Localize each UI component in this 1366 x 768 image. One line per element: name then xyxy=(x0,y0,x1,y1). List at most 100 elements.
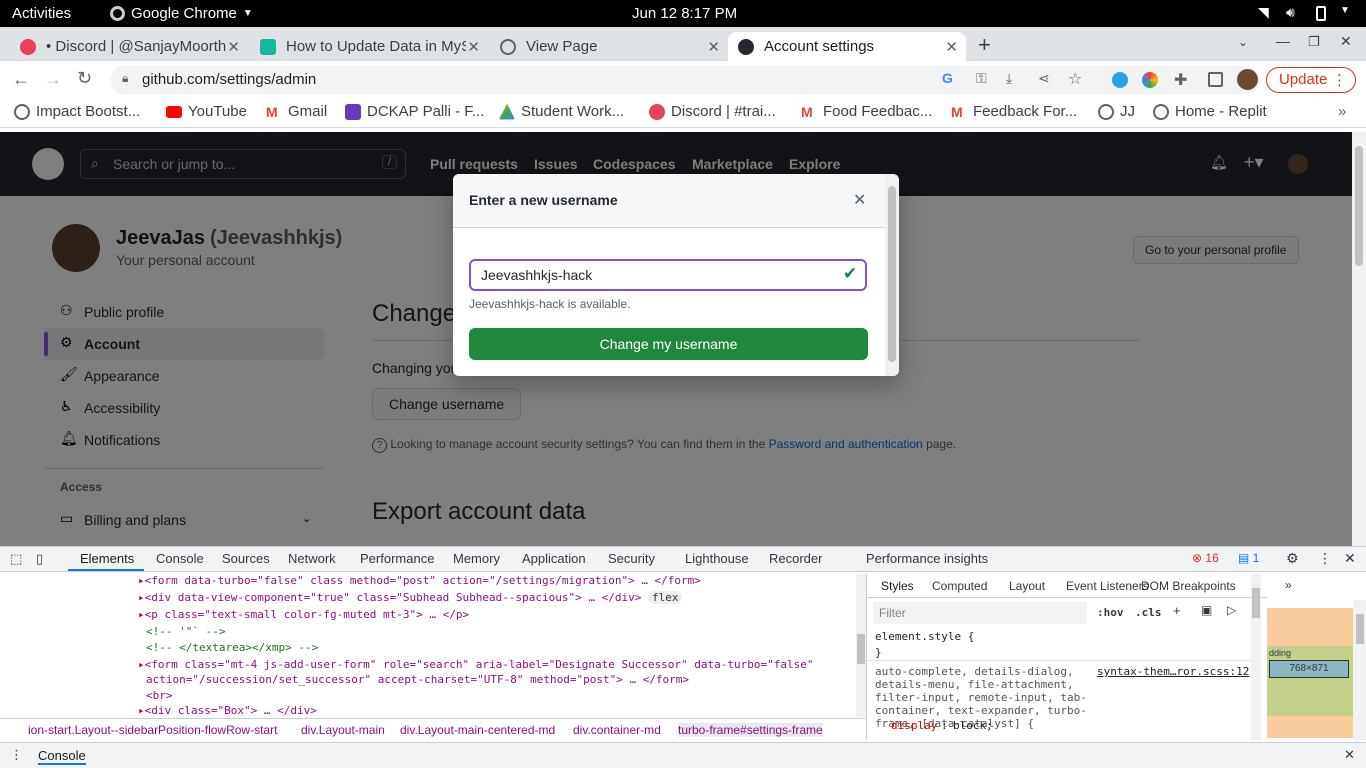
tab-console[interactable]: Console xyxy=(156,551,204,566)
tab-elements[interactable]: Elements xyxy=(80,551,134,566)
dom-node[interactable]: ▸<form data-turbo="false" class method="… xyxy=(138,574,701,587)
close-icon[interactable]: ✕ xyxy=(945,38,958,56)
maximize-icon[interactable]: ❐ xyxy=(1308,34,1320,50)
cls-toggle[interactable]: .cls xyxy=(1135,606,1162,619)
minimize-icon[interactable]: — xyxy=(1276,33,1290,49)
breadcrumb-item[interactable]: div.Layout-main xyxy=(301,723,385,737)
drawer-tab-console[interactable]: Console xyxy=(38,748,86,765)
profile-avatar[interactable] xyxy=(1237,69,1258,90)
side-panel-icon[interactable] xyxy=(1208,72,1223,87)
css-property-value[interactable]: block; xyxy=(953,719,993,732)
tab-search-icon[interactable]: ⌄ xyxy=(1238,35,1248,49)
dom-scrollbar[interactable] xyxy=(856,574,866,717)
tab-mysql[interactable]: How to Update Data in MySQL ✕ xyxy=(250,32,488,61)
activities-button[interactable]: Activities xyxy=(12,5,71,22)
dom-node[interactable]: ▸<div class="Box"> … </div> xyxy=(138,704,317,717)
bookmark-jj[interactable]: JJ xyxy=(1098,103,1135,120)
close-icon[interactable]: ✕ xyxy=(467,38,480,56)
tab-event-listeners[interactable]: Event Listeners xyxy=(1066,579,1149,593)
color-format-icon[interactable]: ▣ xyxy=(1201,603,1212,617)
message-badge[interactable]: ▤ 1 xyxy=(1238,551,1259,565)
app-menu[interactable]: Google Chrome ▼ xyxy=(110,5,253,22)
error-badge[interactable]: ⊗ 16 xyxy=(1192,551,1219,565)
close-window-icon[interactable]: ✕ xyxy=(1340,33,1352,50)
tab-network[interactable]: Network xyxy=(288,551,336,566)
tab-memory[interactable]: Memory xyxy=(453,551,500,566)
bookmark-star-icon[interactable]: ☆ xyxy=(1068,69,1082,89)
color-picker-extension-icon[interactable] xyxy=(1142,72,1158,88)
tab-computed[interactable]: Computed xyxy=(932,579,987,593)
dom-node[interactable]: ▸<p class="text-small color-fg-muted mt-… xyxy=(138,608,469,621)
bookmark-dckap[interactable]: DCKAP Palli - F... xyxy=(345,103,484,120)
url-text[interactable]: github.com/settings/admin xyxy=(142,71,316,88)
css-property-name[interactable]: display xyxy=(891,719,937,732)
volume-icon[interactable]: 🔊︎ xyxy=(1286,4,1295,21)
address-bar[interactable]: 🔒︎ github.com/settings/admin G ⚿ ⤓ ⋖ ☆ xyxy=(110,66,1260,94)
breadcrumb-item[interactable]: div.container-md xyxy=(573,723,661,737)
google-icon[interactable]: G xyxy=(942,70,953,86)
system-menu-chevron-icon[interactable]: ▼ xyxy=(1340,5,1350,16)
wifi-icon[interactable]: ◥ xyxy=(1258,4,1269,21)
bookmark-gmail[interactable]: M Gmail xyxy=(266,103,327,120)
key-icon[interactable]: ⚿ xyxy=(976,70,987,87)
share-icon[interactable]: ⋖ xyxy=(1038,70,1050,87)
dom-node[interactable]: ▸<form class="mt-4 js-add-user-form" rol… xyxy=(138,658,814,671)
element-style-rule[interactable]: element.style { xyxy=(875,630,974,643)
dom-node[interactable]: ▸<div data-view-component="true" class="… xyxy=(138,591,683,604)
telegram-icon[interactable] xyxy=(1112,72,1128,88)
toggle-sidebar-icon[interactable]: ▷ xyxy=(1227,603,1236,617)
styles-scrollbar[interactable] xyxy=(1251,574,1261,740)
css-rule-source-link[interactable]: syntax-them…ror.scss:12 xyxy=(1097,665,1249,678)
hov-toggle[interactable]: :hov xyxy=(1097,606,1124,619)
device-toolbar-icon[interactable]: ▯ xyxy=(36,551,43,567)
tab-layout[interactable]: Layout xyxy=(1009,579,1045,593)
breadcrumb-item[interactable]: ion-start.Layout--sidebarPosition-flowRo… xyxy=(28,723,277,737)
install-icon[interactable]: ⤓ xyxy=(1006,70,1012,87)
bookmark-impact[interactable]: Impact Bootst... xyxy=(14,103,140,120)
more-bookmarks-icon[interactable]: » xyxy=(1338,103,1346,120)
close-icon[interactable]: ✕ xyxy=(227,38,240,56)
dom-comment[interactable]: <!-- '"` --> xyxy=(146,625,225,638)
tab-account-settings[interactable]: Account settings ✕ xyxy=(728,32,966,61)
page-scrollbar[interactable] xyxy=(1352,132,1366,546)
tab-lighthouse[interactable]: Lighthouse xyxy=(685,551,749,566)
extensions-icon[interactable]: ✚ xyxy=(1174,70,1187,90)
dialog-scrollbar[interactable] xyxy=(885,174,899,376)
close-icon[interactable]: ✕ xyxy=(853,190,866,210)
scrollbar-thumb[interactable] xyxy=(1252,588,1260,618)
box-scrollbar[interactable] xyxy=(1353,600,1366,740)
breadcrumb-item-active[interactable]: turbo-frame#settings-frame xyxy=(678,723,823,737)
clock[interactable]: Jun 12 8:17 PM xyxy=(632,5,737,22)
tab-performance-insights[interactable]: Performance insights xyxy=(866,551,988,566)
new-tab-icon[interactable]: + xyxy=(978,32,991,58)
close-icon[interactable]: ✕ xyxy=(707,38,720,56)
scrollbar-thumb[interactable] xyxy=(857,634,865,664)
styles-filter-input[interactable]: Filter xyxy=(873,602,1087,624)
dom-node[interactable]: <br> xyxy=(146,689,173,702)
bookmark-discord[interactable]: Discord | #trai... xyxy=(649,103,776,120)
update-button[interactable]: Update ⋮ xyxy=(1266,67,1356,93)
username-input[interactable]: Jeevashhkjs-hack ✔ xyxy=(469,259,867,291)
bookmark-youtube[interactable]: YouTube xyxy=(166,103,247,120)
tab-recorder[interactable]: Recorder xyxy=(769,551,822,566)
close-drawer-icon[interactable]: ✕ xyxy=(1344,747,1355,763)
bookmark-food[interactable]: M Food Feedbac... xyxy=(801,103,932,120)
close-devtools-icon[interactable]: ✕ xyxy=(1344,550,1356,567)
tab-view-page[interactable]: View Page ✕ xyxy=(490,32,728,61)
reload-icon[interactable]: ↻ xyxy=(77,68,92,89)
tab-performance[interactable]: Performance xyxy=(360,551,434,566)
tab-styles[interactable]: Styles xyxy=(881,579,914,593)
scrollbar-thumb[interactable] xyxy=(1355,146,1363,266)
drawer-menu-icon[interactable]: ⋮ xyxy=(10,747,23,763)
kebab-menu-icon[interactable]: ⋮ xyxy=(1318,550,1332,567)
dom-node-continuation[interactable]: action="/succession/set_successor" accep… xyxy=(146,673,689,686)
inspect-element-icon[interactable]: ⬚ xyxy=(10,551,22,567)
back-icon[interactable]: ← xyxy=(12,69,30,90)
tab-security[interactable]: Security xyxy=(608,551,655,566)
box-model-diagram[interactable]: dding 768×871 xyxy=(1267,600,1353,740)
more-tabs-icon[interactable]: » xyxy=(1285,578,1292,592)
scrollbar-thumb[interactable] xyxy=(888,186,896,362)
forward-icon[interactable]: → xyxy=(44,69,62,90)
bookmark-replit[interactable]: Home - Replit xyxy=(1153,103,1267,120)
change-my-username-button[interactable]: Change my username xyxy=(469,328,868,360)
